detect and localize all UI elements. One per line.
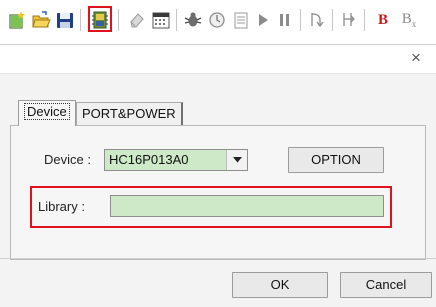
library-label: Library : bbox=[38, 199, 85, 214]
save-icon[interactable] bbox=[54, 9, 76, 31]
toolbar-separator bbox=[332, 9, 333, 31]
calendar-icon[interactable] bbox=[150, 9, 172, 31]
chip-device-icon[interactable] bbox=[89, 9, 111, 31]
bx-label: B bbox=[401, 11, 412, 27]
library-input[interactable] bbox=[110, 195, 384, 217]
device-select-value: HC16P013A0 bbox=[105, 150, 227, 170]
open-folder-icon[interactable] bbox=[30, 9, 52, 31]
step-into-icon[interactable] bbox=[306, 9, 328, 31]
step-over-icon[interactable] bbox=[338, 9, 360, 31]
chevron-down-icon[interactable] bbox=[226, 150, 247, 170]
ok-button[interactable]: OK bbox=[232, 272, 328, 298]
clear-breakpoint-icon[interactable]: Bx bbox=[398, 9, 420, 31]
toolbar-separator bbox=[364, 9, 365, 31]
toolbar-separator bbox=[80, 9, 81, 31]
toolbar: B Bx bbox=[0, 0, 436, 40]
bold-breakpoint-icon[interactable]: B bbox=[372, 9, 394, 31]
cancel-button[interactable]: Cancel bbox=[340, 272, 432, 298]
toolbar-separator bbox=[300, 9, 301, 31]
tab-device[interactable]: Device bbox=[18, 100, 76, 126]
clock-icon[interactable] bbox=[206, 9, 228, 31]
pause-icon[interactable] bbox=[274, 9, 296, 31]
footer-divider bbox=[0, 258, 436, 259]
dialog-titlebar: × bbox=[0, 45, 436, 74]
bx-sub-label: x bbox=[411, 19, 417, 29]
list-icon[interactable] bbox=[230, 9, 252, 31]
eraser-icon[interactable] bbox=[126, 9, 148, 31]
device-label: Device : bbox=[44, 152, 91, 167]
option-button[interactable]: OPTION bbox=[288, 147, 384, 173]
toolbar-separator bbox=[118, 9, 119, 31]
tab-port-power[interactable]: PORT&POWER bbox=[76, 102, 183, 126]
device-select[interactable]: HC16P013A0 bbox=[104, 149, 248, 171]
tab-port-power-label: PORT&POWER bbox=[82, 106, 176, 121]
run-icon[interactable] bbox=[252, 9, 274, 31]
tab-device-label: Device bbox=[24, 103, 70, 120]
toolbar-separator bbox=[176, 9, 177, 31]
debug-bug-icon[interactable] bbox=[182, 9, 204, 31]
new-file-icon[interactable] bbox=[6, 9, 28, 31]
close-icon[interactable]: × bbox=[406, 48, 426, 68]
bold-b-label: B bbox=[377, 11, 388, 28]
